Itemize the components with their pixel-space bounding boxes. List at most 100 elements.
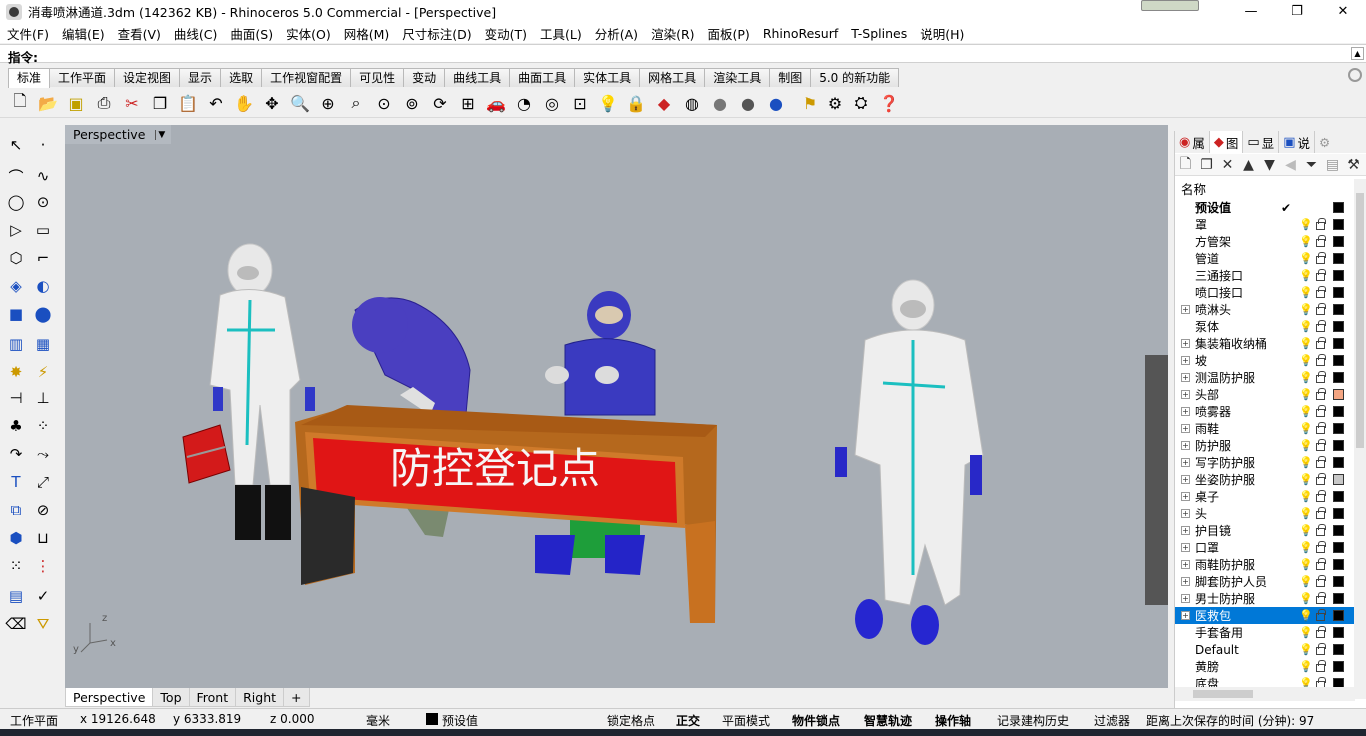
move-to-parent-icon[interactable]: ◀ bbox=[1280, 157, 1301, 173]
panel-settings-gear-icon[interactable]: ⚙ bbox=[1315, 131, 1334, 153]
minimize-button[interactable]: — bbox=[1228, 0, 1274, 23]
layer-lock-icon[interactable] bbox=[1316, 337, 1326, 349]
command-history-scroll[interactable]: ▲ bbox=[1351, 47, 1364, 60]
layer-color-swatch[interactable] bbox=[1333, 576, 1344, 587]
layer-row[interactable]: + 雨鞋防护服 💡 bbox=[1175, 556, 1355, 573]
points-on-icon[interactable]: ⁘ bbox=[31, 414, 55, 438]
expand-layer-icon[interactable]: + bbox=[1181, 373, 1190, 382]
viewport-tab-right[interactable]: Right bbox=[235, 688, 285, 707]
expand-layer-icon[interactable]: + bbox=[1181, 339, 1190, 348]
trim-icon[interactable]: ⚡ bbox=[31, 360, 55, 384]
layer-visibility-bulb-icon[interactable]: 💡 bbox=[1299, 490, 1313, 503]
menu-transform[interactable]: 变动(T) bbox=[478, 24, 533, 43]
layer-lock-icon[interactable] bbox=[1316, 456, 1326, 468]
block-icon[interactable]: ⧉ bbox=[4, 498, 28, 522]
rotate-icon[interactable]: ⟳ bbox=[429, 92, 451, 114]
save-icon[interactable]: ▣ bbox=[65, 92, 87, 114]
layer-color-swatch[interactable] bbox=[1333, 338, 1344, 349]
status-planar[interactable]: 平面模式 bbox=[722, 712, 770, 729]
new-layer-icon[interactable]: 🗋 bbox=[1175, 153, 1196, 177]
expand-layer-icon[interactable]: + bbox=[1181, 492, 1190, 501]
status-history[interactable]: 记录建构历史 bbox=[997, 712, 1069, 729]
expand-layer-icon[interactable]: + bbox=[1181, 458, 1190, 467]
zoom-extents-all-icon[interactable]: ⊡ bbox=[569, 92, 591, 114]
layer-color-swatch[interactable] bbox=[1333, 457, 1344, 468]
layer-visibility-bulb-icon[interactable]: 💡 bbox=[1299, 354, 1313, 367]
layer-color-swatch[interactable] bbox=[1333, 474, 1344, 485]
menu-help[interactable]: 说明(H) bbox=[913, 24, 970, 43]
layer-name[interactable]: 预设值 bbox=[1195, 199, 1231, 216]
rhino-app-icon[interactable] bbox=[6, 3, 22, 20]
delete-layer-icon[interactable]: ✕ bbox=[1217, 157, 1238, 173]
expand-layer-icon[interactable]: + bbox=[1181, 356, 1190, 365]
expand-layer-icon[interactable]: + bbox=[1181, 509, 1190, 518]
layer-row[interactable]: + 桌子 💡 bbox=[1175, 488, 1355, 505]
group-icon[interactable]: ♣ bbox=[4, 414, 28, 438]
layer-row[interactable]: Default 💡 bbox=[1175, 641, 1355, 658]
layer-row[interactable]: 黄膀 💡 bbox=[1175, 658, 1355, 675]
polyline-icon[interactable]: ⌒ bbox=[4, 164, 28, 188]
rebuild-icon[interactable]: ↷ bbox=[4, 442, 28, 466]
layer-lock-icon[interactable] bbox=[1316, 303, 1326, 315]
layer-name[interactable]: 医救包 bbox=[1195, 607, 1231, 624]
layer-visibility-bulb-icon[interactable]: 💡 bbox=[1299, 320, 1313, 333]
tab-drafting[interactable]: 制图 bbox=[769, 68, 812, 87]
layer-color-swatch[interactable] bbox=[1333, 644, 1344, 655]
layer-name[interactable]: Default bbox=[1195, 643, 1239, 657]
render-sphere2-icon[interactable]: ● bbox=[737, 92, 759, 114]
status-smarttrack[interactable]: 智慧轨迹 bbox=[864, 712, 912, 729]
layer-color-swatch[interactable] bbox=[1333, 627, 1344, 638]
layer-visibility-bulb-icon[interactable]: 💡 bbox=[1299, 252, 1313, 265]
layer-name[interactable]: 脚套防护人员 bbox=[1195, 573, 1267, 590]
menu-solid[interactable]: 实体(O) bbox=[279, 24, 337, 43]
layer-lock-icon[interactable] bbox=[1316, 439, 1326, 451]
zoom-extents-icon[interactable]: ⌕ bbox=[345, 92, 367, 114]
car-icon[interactable]: 🚗 bbox=[485, 92, 507, 114]
move-down-icon[interactable]: ▼ bbox=[1259, 157, 1280, 173]
layer-name[interactable]: 男士防护服 bbox=[1195, 590, 1255, 607]
surface-icon[interactable]: ◈ bbox=[4, 274, 28, 298]
layer-row[interactable]: 方管架 💡 bbox=[1175, 233, 1355, 250]
box-icon[interactable]: ■ bbox=[4, 302, 28, 326]
ellipse-icon[interactable]: ⊙ bbox=[31, 190, 55, 214]
layer-visibility-bulb-icon[interactable]: 💡 bbox=[1299, 643, 1313, 656]
menu-file[interactable]: 文件(F) bbox=[0, 24, 55, 43]
expand-layer-icon[interactable]: + bbox=[1181, 390, 1190, 399]
layer-row[interactable]: + 坐姿防护服 💡 bbox=[1175, 471, 1355, 488]
layer-color-swatch[interactable] bbox=[1333, 389, 1344, 400]
layer-visibility-bulb-icon[interactable]: 💡 bbox=[1299, 592, 1313, 605]
expand-layer-icon[interactable]: + bbox=[1181, 407, 1190, 416]
menu-panels[interactable]: 面板(P) bbox=[701, 24, 756, 43]
join-icon[interactable]: ⊣ bbox=[4, 386, 28, 410]
cylinder-icon[interactable]: ▥ bbox=[4, 332, 28, 356]
layer-row[interactable]: + 头 💡 bbox=[1175, 505, 1355, 522]
layer-color-swatch[interactable] bbox=[1333, 661, 1344, 672]
layer-visibility-bulb-icon[interactable]: 💡 bbox=[1299, 218, 1313, 231]
layer-name[interactable]: 护目镜 bbox=[1195, 522, 1231, 539]
expand-layer-icon[interactable]: + bbox=[1181, 594, 1190, 603]
layer-name[interactable]: 雨鞋 bbox=[1195, 420, 1219, 437]
select-arrow-icon[interactable]: ↖ bbox=[4, 133, 28, 157]
viewport-tab-top[interactable]: Top bbox=[152, 688, 190, 707]
expand-layer-icon[interactable]: + bbox=[1181, 577, 1190, 586]
viewport-layout-icon[interactable]: ⊞ bbox=[457, 92, 479, 114]
layer-lock-icon[interactable] bbox=[1316, 388, 1326, 400]
layer-row[interactable]: + 脚套防护人员 💡 bbox=[1175, 573, 1355, 590]
layer-lock-icon[interactable] bbox=[1316, 354, 1326, 366]
perspective-viewport[interactable]: Perspective ▼ 防控登记点 z x y bbox=[65, 125, 1168, 688]
menu-rhinoresurf[interactable]: RhinoResurf bbox=[756, 26, 844, 41]
color-wheel-icon[interactable]: ◍ bbox=[681, 92, 703, 114]
open-icon[interactable]: 📂 bbox=[37, 92, 59, 114]
layer-name[interactable]: 泵体 bbox=[1195, 318, 1219, 335]
dimension-icon[interactable]: ⤢ bbox=[31, 470, 55, 494]
split-icon[interactable]: ⊥ bbox=[31, 386, 55, 410]
rectangle-icon[interactable]: ▭ bbox=[31, 218, 55, 242]
layer-color-swatch[interactable] bbox=[1333, 678, 1344, 687]
help-icon[interactable]: ❓ bbox=[878, 92, 900, 114]
zoom-icon[interactable]: 🔍 bbox=[289, 92, 311, 114]
restore-button[interactable]: ❐ bbox=[1274, 0, 1320, 23]
layer-lock-icon[interactable] bbox=[1316, 235, 1326, 247]
tab-surface-tools[interactable]: 曲面工具 bbox=[509, 68, 576, 87]
menu-view[interactable]: 查看(V) bbox=[111, 24, 167, 43]
layer-list-scrollbar[interactable] bbox=[1354, 179, 1366, 699]
